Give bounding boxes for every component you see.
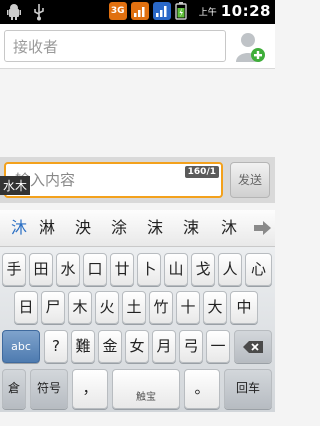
- abc-switch-key[interactable]: abc: [2, 330, 40, 363]
- ime-composing-text: 水木: [0, 176, 31, 195]
- candidate-item[interactable]: 沐: [6, 210, 32, 246]
- send-button[interactable]: 发送: [230, 162, 270, 198]
- add-contact-icon: [236, 33, 265, 62]
- period-key[interactable]: 。: [184, 369, 220, 409]
- key[interactable]: 中: [230, 291, 258, 324]
- key[interactable]: 卜: [137, 253, 161, 286]
- key[interactable]: 心: [245, 253, 272, 286]
- candidate-item[interactable]: 沫: [142, 210, 168, 246]
- ime-keyboard: 手 田 水 口 廿 卜 山 戈 人 心 日 尸 木 火 土 竹 十 大 中 ab…: [0, 247, 275, 412]
- 3g-data-icon: 3G: [108, 2, 127, 20]
- key[interactable]: 木: [68, 291, 92, 324]
- battery-icon: [175, 2, 193, 20]
- abc-label: abc: [11, 340, 31, 353]
- key[interactable]: 弓: [179, 330, 203, 363]
- wifi-signal-icon: [152, 2, 171, 20]
- comma-key[interactable]: ，: [72, 369, 108, 409]
- backspace-icon: [243, 341, 263, 353]
- key[interactable]: 土: [122, 291, 146, 324]
- key[interactable]: 一: [206, 330, 230, 363]
- key[interactable]: 女: [125, 330, 149, 363]
- clock: 10:28: [220, 2, 271, 20]
- key[interactable]: ?: [44, 330, 68, 363]
- signal-bars-icon: [130, 2, 149, 20]
- compose-bar: 输入内容 160/1 发送: [0, 157, 275, 203]
- char-counter: 160/1: [184, 166, 219, 178]
- key[interactable]: 山: [164, 253, 188, 286]
- key[interactable]: 大: [203, 291, 227, 324]
- right-arrow-icon[interactable]: [252, 220, 272, 236]
- recipient-input[interactable]: 接收者: [4, 30, 226, 62]
- usb-icon: [32, 3, 50, 21]
- add-contact-button[interactable]: [233, 30, 267, 64]
- candidate-bar: 沐 淋 泱 涂 沫 涑 沐: [0, 210, 275, 247]
- key[interactable]: 水: [56, 253, 80, 286]
- key[interactable]: 日: [14, 291, 38, 324]
- message-input[interactable]: 输入内容 160/1: [4, 162, 223, 198]
- key[interactable]: 戈: [191, 253, 215, 286]
- android-icon: [6, 3, 24, 21]
- enter-key[interactable]: 回车: [224, 369, 272, 409]
- key[interactable]: 金: [98, 330, 122, 363]
- backspace-key[interactable]: [234, 330, 272, 363]
- message-area: [0, 69, 275, 157]
- key[interactable]: 口: [83, 253, 107, 286]
- cangjie-mode-key[interactable]: 倉: [2, 369, 26, 409]
- candidate-item[interactable]: 沐: [218, 210, 240, 246]
- status-bar: 3G 上午 10:28: [0, 0, 275, 24]
- recipient-bar: 接收者: [0, 24, 275, 69]
- candidate-item[interactable]: 涑: [178, 210, 204, 246]
- key[interactable]: 竹: [149, 291, 173, 324]
- key[interactable]: 尸: [41, 291, 65, 324]
- candidate-item[interactable]: 淋: [34, 210, 60, 246]
- time-period-label: 上午: [198, 7, 217, 18]
- key[interactable]: 田: [29, 253, 53, 286]
- key[interactable]: 月: [152, 330, 176, 363]
- key[interactable]: 廿: [110, 253, 134, 286]
- symbols-key[interactable]: 符号: [30, 369, 68, 409]
- key[interactable]: 十: [176, 291, 200, 324]
- key[interactable]: 人: [218, 253, 242, 286]
- key[interactable]: 手: [2, 253, 26, 286]
- candidate-item[interactable]: 泱: [70, 210, 96, 246]
- candidate-item[interactable]: 涂: [106, 210, 132, 246]
- key[interactable]: 難: [71, 330, 95, 363]
- key[interactable]: 火: [95, 291, 119, 324]
- space-key[interactable]: 触宝: [112, 369, 180, 409]
